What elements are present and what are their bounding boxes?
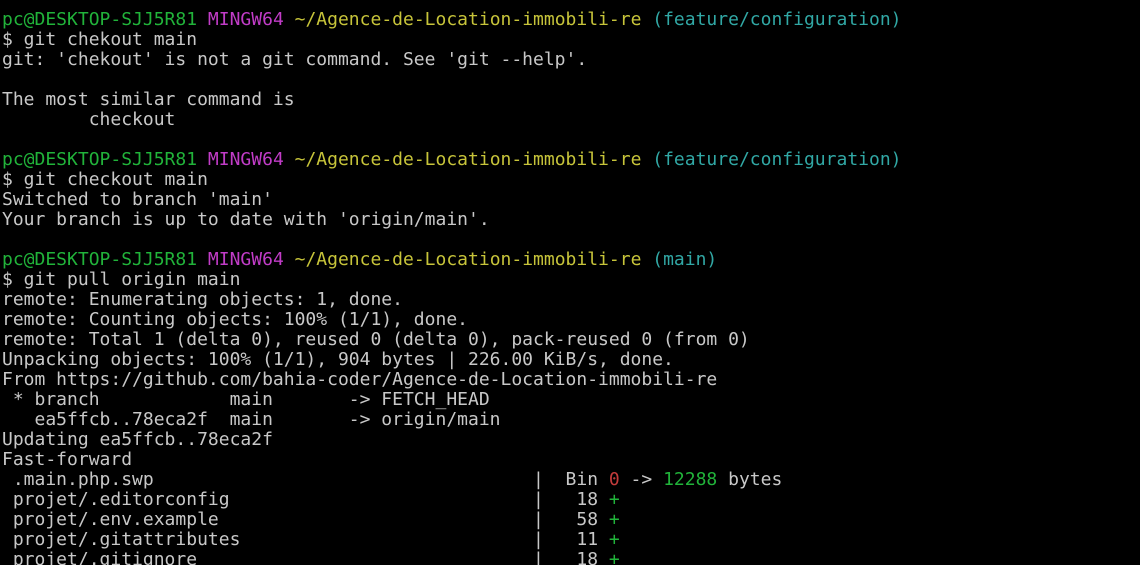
diffstat-plus: +: [608, 549, 620, 565]
diffstat-count: 11: [543, 529, 609, 550]
output-line: checkout: [2, 110, 1140, 130]
prompt-branch: (feature/configuration): [652, 149, 902, 170]
output-text: Your branch is up to date with 'origin/m…: [2, 209, 490, 230]
prompt-branch: (main): [652, 249, 718, 270]
output-text: Switched to branch 'main': [2, 189, 273, 210]
diffstat-count: 18: [543, 549, 609, 565]
diffstat-file: projet/.gitignore: [2, 549, 534, 565]
diffstat-separator: |: [533, 509, 544, 530]
diffstat-plus: +: [608, 489, 620, 510]
diffstat-unit: bytes: [717, 469, 783, 490]
diffstat-line: projet/.editorconfig | 18 +: [2, 490, 1140, 510]
output-line: remote: Counting objects: 100% (1/1), do…: [2, 310, 1140, 330]
output-line: Fast-forward: [2, 450, 1140, 470]
diffstat-old-size: 0: [608, 469, 620, 490]
output-line: Unpacking objects: 100% (1/1), 904 bytes…: [2, 350, 1140, 370]
output-text: remote: Total 1 (delta 0), reused 0 (del…: [2, 329, 750, 350]
command-line: $ git chekout main: [2, 30, 1140, 50]
prompt-branch: (feature/configuration): [652, 9, 902, 30]
diffstat-line: projet/.env.example | 58 +: [2, 510, 1140, 530]
diffstat-new-size: 12288: [663, 469, 718, 490]
output-line: * branch main -> FETCH_HEAD: [2, 390, 1140, 410]
prompt-env: MINGW64: [207, 149, 284, 170]
prompt-env: MINGW64: [207, 249, 284, 270]
output-text: checkout: [2, 109, 176, 130]
output-line: The most similar command is: [2, 90, 1140, 110]
diffstat-arrow: ->: [619, 469, 664, 490]
output-line: Your branch is up to date with 'origin/m…: [2, 210, 1140, 230]
diffstat-count: 18: [543, 489, 609, 510]
diffstat-plus: +: [608, 529, 620, 550]
output-text: git: 'chekout' is not a git command. See…: [2, 49, 588, 70]
output-text: Unpacking objects: 100% (1/1), 904 bytes…: [2, 349, 674, 370]
command-line: $ git checkout main: [2, 170, 1140, 190]
prompt-path: ~/Agence-de-Location-immobili-re: [294, 9, 642, 30]
command-line: $ git pull origin main: [2, 270, 1140, 290]
output-text: ea5ffcb..78eca2f main -> origin/main: [2, 409, 501, 430]
prompt-user-host: pc@DESKTOP-SJJ5R81: [2, 249, 198, 270]
diffstat-separator: |: [533, 549, 544, 565]
output-text: From https://github.com/bahia-coder/Agen…: [2, 369, 718, 390]
diffstat-separator: |: [533, 529, 544, 550]
prompt-line: pc@DESKTOP-SJJ5R81 MINGW64 ~/Agence-de-L…: [2, 150, 1140, 170]
output-text: The most similar command is: [2, 89, 295, 110]
diffstat-line: .main.php.swp | Bin 0 -> 12288 bytes: [2, 470, 1140, 490]
command-text: $ git checkout main: [2, 169, 208, 190]
terminal-window[interactable]: pc@DESKTOP-SJJ5R81 MINGW64 ~/Agence-de-L…: [0, 0, 1140, 565]
prompt-line: pc@DESKTOP-SJJ5R81 MINGW64 ~/Agence-de-L…: [2, 250, 1140, 270]
diffstat-file: projet/.env.example: [2, 509, 534, 530]
output-line: ea5ffcb..78eca2f main -> origin/main: [2, 410, 1140, 430]
diffstat-file: .main.php.swp: [2, 469, 534, 490]
diffstat-separator: |: [533, 489, 544, 510]
output-line: remote: Enumerating objects: 1, done.: [2, 290, 1140, 310]
output-line: From https://github.com/bahia-coder/Agen…: [2, 370, 1140, 390]
prompt-path: ~/Agence-de-Location-immobili-re: [294, 249, 642, 270]
output-text: Fast-forward: [2, 449, 133, 470]
prompt-user-host: pc@DESKTOP-SJJ5R81: [2, 149, 198, 170]
diffstat-line: projet/.gitignore | 18 +: [2, 550, 1140, 565]
output-text: Updating ea5ffcb..78eca2f: [2, 429, 273, 450]
prompt-line: pc@DESKTOP-SJJ5R81 MINGW64 ~/Agence-de-L…: [2, 10, 1140, 30]
output-line: git: 'chekout' is not a git command. See…: [2, 50, 1140, 70]
output-text: remote: Enumerating objects: 1, done.: [2, 289, 403, 310]
diffstat-count: 58: [543, 509, 609, 530]
prompt-user-host: pc@DESKTOP-SJJ5R81: [2, 9, 198, 30]
diffstat-plus: +: [608, 509, 620, 530]
diffstat-separator: | Bin: [533, 469, 609, 490]
prompt-env: MINGW64: [207, 9, 284, 30]
command-text: $ git chekout main: [2, 29, 198, 50]
diffstat-line: projet/.gitattributes | 11 +: [2, 530, 1140, 550]
command-text: $ git pull origin main: [2, 269, 241, 290]
diffstat-file: projet/.gitattributes: [2, 529, 534, 550]
diffstat-file: projet/.editorconfig: [2, 489, 534, 510]
output-line: Switched to branch 'main': [2, 190, 1140, 210]
output-text: remote: Counting objects: 100% (1/1), do…: [2, 309, 468, 330]
output-line: remote: Total 1 (delta 0), reused 0 (del…: [2, 330, 1140, 350]
output-line: Updating ea5ffcb..78eca2f: [2, 430, 1140, 450]
prompt-path: ~/Agence-de-Location-immobili-re: [294, 149, 642, 170]
output-text: * branch main -> FETCH_HEAD: [2, 389, 490, 410]
